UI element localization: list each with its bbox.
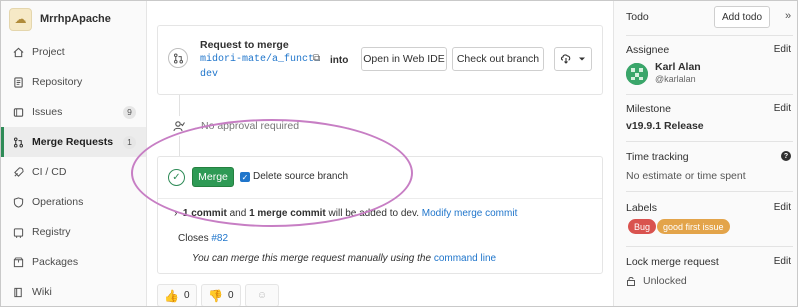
- screenshot-frame: ☁ MrrhpApache Project Repository Issues …: [0, 0, 798, 307]
- thumbs-down-icon: 👎: [208, 288, 223, 303]
- separator: [626, 94, 793, 95]
- manual-merge-hint: You can merge this merge request manuall…: [192, 253, 496, 264]
- check-out-branch-button[interactable]: Check out branch: [452, 47, 544, 71]
- merge-request-icon: [168, 48, 188, 68]
- sidebar-item-label: Wiki: [32, 286, 52, 298]
- todo-label: Todo: [626, 11, 649, 23]
- todo-section: Todo: [614, 11, 797, 23]
- merge-request-widget-header: Request to merge midori-mate/a_funct… ⧉ …: [157, 25, 603, 95]
- assignee-name[interactable]: Karl Alan: [655, 61, 701, 73]
- sidebar-item-label: Project: [32, 46, 65, 58]
- closes-prefix: Closes: [178, 233, 212, 244]
- download-dropdown-button[interactable]: [554, 47, 592, 71]
- lock-icon: [627, 277, 635, 286]
- issues-count-badge: 9: [123, 105, 136, 119]
- sidebar-item-wiki[interactable]: Wiki: [1, 277, 146, 306]
- thumbs-down-reaction[interactable]: 👎 0: [201, 284, 241, 306]
- help-icon[interactable]: ?: [781, 151, 791, 161]
- milestone-section: Milestone Edit v19.9.1 Release: [614, 103, 797, 132]
- add-todo-button[interactable]: Add todo: [714, 6, 770, 28]
- add-reaction-button[interactable]: ☺: [245, 284, 279, 306]
- milestone-edit-link[interactable]: Edit: [774, 103, 791, 114]
- sidebar-item-label: Merge Requests: [32, 136, 114, 148]
- thumbs-up-icon: 👍: [164, 288, 179, 303]
- modify-merge-commit-link[interactable]: Modify merge commit: [422, 208, 518, 219]
- thumbs-up-reaction[interactable]: 👍 0: [157, 284, 197, 306]
- target-branch-link[interactable]: dev: [200, 69, 218, 80]
- sidebar-item-issues[interactable]: Issues 9: [1, 97, 146, 127]
- annotation-ellipse: [131, 119, 413, 227]
- labels-edit-link[interactable]: Edit: [774, 202, 791, 213]
- project-avatar: ☁: [9, 7, 32, 31]
- sidebar-item-registry[interactable]: Registry: [1, 217, 146, 247]
- lock-section: Lock merge request Edit Unlocked: [614, 256, 797, 287]
- sidebar-item-label: Operations: [32, 196, 84, 208]
- book-icon: [11, 285, 25, 299]
- project-sidebar: ☁ MrrhpApache Project Repository Issues …: [1, 1, 147, 306]
- sidebar-item-label: Packages: [32, 256, 79, 268]
- separator: [626, 141, 793, 142]
- time-tracking-value: No estimate or time spent: [626, 170, 746, 182]
- assignee-edit-link[interactable]: Edit: [774, 44, 791, 55]
- avatar[interactable]: [626, 63, 648, 85]
- labels-section: Labels Edit: [614, 202, 797, 214]
- sidebar-item-merge-requests[interactable]: Merge Requests 1: [1, 127, 146, 157]
- lock-status: Unlocked: [626, 275, 787, 287]
- thumbs-down-count: 0: [227, 290, 234, 301]
- open-in-web-ide-button[interactable]: Open in Web IDE: [361, 47, 447, 71]
- copy-icon[interactable]: ⧉: [313, 53, 320, 64]
- shield-icon: [11, 195, 25, 209]
- sidebar-item-repository[interactable]: Repository: [1, 67, 146, 97]
- container-icon: [11, 225, 25, 239]
- sidebar-item-ci-cd[interactable]: CI / CD: [1, 157, 146, 187]
- merge-request-icon: [11, 135, 25, 149]
- sidebar-item-label: Repository: [32, 76, 83, 88]
- assignee-section: Assignee Edit: [614, 44, 797, 56]
- source-branch-link[interactable]: midori-mate/a_funct…: [200, 54, 320, 65]
- smiley-icon: ☺: [256, 290, 268, 301]
- closed-issue-link[interactable]: #82: [211, 233, 228, 244]
- chevron-down-icon: [579, 57, 585, 61]
- label-badge-bug[interactable]: Bug: [628, 219, 657, 234]
- assignee-title: Assignee: [626, 44, 670, 56]
- separator: [626, 35, 793, 36]
- sidebar-item-label: Registry: [32, 226, 71, 238]
- doc-icon: [11, 75, 25, 89]
- command-line-link[interactable]: command line: [434, 253, 496, 264]
- lock-title: Lock merge request: [626, 256, 719, 268]
- closes-issue-line: Closes #82: [178, 233, 228, 244]
- lock-edit-link[interactable]: Edit: [774, 256, 791, 267]
- time-tracking-section: Time tracking ? No estimate or time spen…: [614, 151, 797, 182]
- issues-icon: [11, 105, 25, 119]
- sidebar-item-project[interactable]: Project: [1, 37, 146, 67]
- sidebar-item-packages[interactable]: Packages: [1, 247, 146, 277]
- milestone-title: Milestone: [626, 103, 671, 115]
- assignee-handle: @karlalan: [655, 74, 696, 84]
- milestone-value[interactable]: v19.9.1 Release: [626, 120, 787, 132]
- request-to-merge-title: Request to merge: [200, 39, 289, 51]
- sidebar-item-label: Issues: [32, 106, 63, 118]
- time-tracking-title: Time tracking: [626, 151, 689, 163]
- project-name: MrrhpApache: [40, 13, 111, 25]
- lock-value: Unlocked: [643, 275, 687, 287]
- package-icon: [11, 255, 25, 269]
- issuable-sidebar: Todo Add todo » Assignee Edit Karl Alan …: [613, 1, 797, 306]
- home-icon: [11, 45, 25, 59]
- sidebar-item-operations[interactable]: Operations: [1, 187, 146, 217]
- rocket-icon: [11, 165, 25, 179]
- collapse-sidebar-icon[interactable]: »: [785, 10, 791, 22]
- project-header[interactable]: ☁ MrrhpApache: [1, 1, 146, 37]
- sidebar-item-label: CI / CD: [32, 166, 67, 178]
- manual-merge-text: You can merge this merge request manuall…: [192, 253, 434, 264]
- separator: [626, 246, 793, 247]
- merge-requests-count-badge: 1: [123, 135, 136, 149]
- labels-title: Labels: [626, 202, 657, 214]
- thumbs-up-count: 0: [183, 290, 190, 301]
- label-badge-good-first-issue[interactable]: good first issue: [657, 219, 730, 234]
- into-label: into: [330, 55, 349, 66]
- download-icon: [560, 54, 571, 64]
- separator: [626, 191, 793, 192]
